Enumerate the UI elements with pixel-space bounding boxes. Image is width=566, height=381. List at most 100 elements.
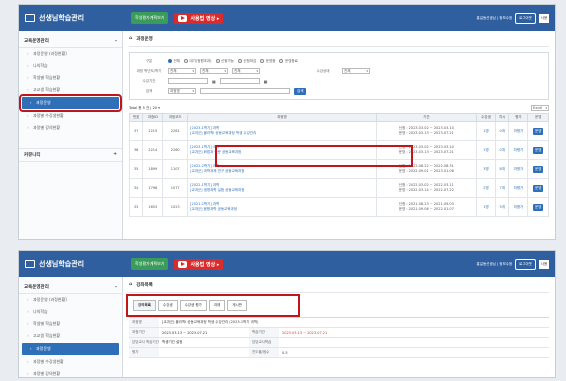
sidebar-section-header[interactable]: 교육운영관리 – [19, 35, 122, 48]
cell-eval[interactable]: 미평가 [508, 121, 529, 141]
sidebar-item[interactable]: 고교생 학습현황 [19, 84, 122, 96]
expand-icon[interactable]: + [113, 152, 117, 158]
home-icon[interactable]: ⌂ [129, 282, 132, 288]
cell-students[interactable]: 1명 [475, 140, 497, 160]
sidebar-section-header[interactable]: 교육운영관리 – [19, 281, 122, 294]
table-row[interactable]: 37 2215 2261 [2023-1학기] 과학 [교과군] 물리학Ⅰ 공동교육과정… [128, 121, 549, 141]
status-badge[interactable]: 운영 [533, 184, 544, 192]
sidebar-item[interactable]: 학생별 학습현황 [19, 72, 122, 84]
user-info[interactable]: 홍길동선생님 | 정보수정 [477, 16, 513, 21]
cell-eval[interactable]: 미평가 [508, 178, 529, 198]
cell-students[interactable]: 1명 [475, 121, 497, 141]
status-badge[interactable]: 운영 [533, 146, 544, 154]
tutorial-video-button[interactable]: 사용법 영상 ▸ [174, 12, 224, 24]
cell-lessons[interactable]: 5개 [495, 197, 510, 217]
calendar-icon[interactable]: ▦ [212, 79, 216, 84]
cell-course[interactable]: [2023-1학기] 국어 [교과군] 화법과 작문 공동교육과정 [187, 140, 377, 160]
tab-lecture-list[interactable]: 강의목록 [133, 300, 156, 311]
cell-no: 35 [128, 159, 144, 179]
run-period: 운영 : 2022.09.01 ~ 2023.01.06 [398, 169, 454, 173]
cell-students[interactable]: 2명 [475, 178, 497, 198]
logout-button[interactable]: 로그아웃 [515, 12, 536, 24]
course-name[interactable]: [교과군] 화법과 작문 공동교육과정 [190, 150, 376, 155]
table-row[interactable]: 34 1798 1077 [2022-1학기] 과학 [교과군] 생명과학 실험 공동교… [128, 178, 549, 198]
cell-course[interactable]: [2022-2학기] 과학 [교과군] 과학과제 연구 공동교육과정 [187, 159, 377, 179]
tab-board[interactable]: 게시판 [227, 300, 247, 311]
sidebar-item[interactable]: 과정별 강의현황 [19, 368, 122, 377]
sidebar-item[interactable]: 과정별 수강생현황 [19, 356, 122, 368]
user-info[interactable]: 홍길동선생님 | 정보수정 [477, 262, 513, 267]
radio-option[interactable]: 대기(정원초과) [183, 59, 212, 64]
cell-students[interactable]: 3명 [475, 159, 497, 179]
calendar-icon[interactable]: ▦ [264, 79, 268, 84]
cell-lessons[interactable]: 8개 [495, 159, 510, 179]
sidebar-item[interactable]: 학생별 학습현황 [19, 318, 122, 330]
search-button[interactable]: 검색 [294, 87, 307, 95]
radio-option[interactable]: 운영종료 [279, 59, 298, 64]
sidebar-item[interactable]: 나의학습 [19, 60, 122, 72]
cell-eval[interactable]: 미평가 [508, 140, 529, 160]
keyword-input[interactable] [200, 88, 290, 94]
filter-label: 구분 [145, 58, 153, 63]
sidebar-item[interactable]: 고교생 학습현황 [19, 330, 122, 342]
radio-option[interactable]: 전체 [168, 59, 180, 64]
collapse-icon[interactable]: – [115, 285, 117, 290]
course-name[interactable]: [교과군] 과학과제 연구 공동교육과정 [190, 169, 376, 174]
app-logo[interactable]: 선생님학습관리 [25, 13, 125, 23]
sidebar-item[interactable]: 과정운영 (과정현황) [19, 48, 122, 60]
grade-select[interactable]: 전체 [232, 68, 260, 74]
cell-lessons[interactable]: 0개 [495, 121, 510, 141]
user-box[interactable]: 사용 [539, 13, 549, 23]
cell-eval[interactable]: 미평가 [508, 197, 529, 217]
sidebar-item-course-management[interactable]: 과정운영 [19, 94, 122, 112]
tutorial-video-button[interactable]: 사용법 영상 ▸ [174, 258, 224, 270]
table-row[interactable]: 36 2214 2260 [2023-1학기] 국어 [교과군] 화법과 작문 공동교육… [128, 140, 549, 160]
tab-student-evaluation[interactable]: 수강생 평가 [179, 300, 207, 311]
excel-button[interactable]: Excel [531, 105, 549, 111]
tab-assignment[interactable]: 과제 [208, 300, 226, 311]
table-row[interactable]: 33 1653 1023 [2021-2학기] 과학 [교과군] 융합과학 공동교육과정… [128, 197, 549, 217]
user-box[interactable]: 사용 [539, 259, 549, 269]
cell-lessons[interactable]: 7개 [495, 178, 510, 198]
cell-eval[interactable]: 미평가 [508, 159, 529, 179]
radio-option[interactable]: 운영중 [260, 59, 275, 64]
top-right-area: 홍길동선생님 | 정보수정 로그아웃 사용 [477, 258, 549, 270]
evaluation-plan-button[interactable]: 학생평가계획보기 [131, 12, 169, 24]
sidebar-item[interactable]: 나의학습 [19, 306, 122, 318]
cell-course[interactable]: [2023-1학기] 과학 [교과군] 물리학Ⅰ 공동교육과정 학생 수강관리 [187, 121, 377, 141]
radio-option[interactable]: 신청가능 [215, 59, 234, 64]
evaluation-plan-button[interactable]: 학생평가계획보기 [131, 258, 169, 270]
status-badge[interactable]: 운영 [533, 203, 544, 211]
table-row[interactable]: 35 1899 1107 [2022-2학기] 과학 [교과군] 과학과제 연구 공동교… [128, 159, 549, 179]
keyword-type-select[interactable]: 과정명 [168, 88, 196, 94]
course-name[interactable]: [교과군] 융합과학 공동교육과정 [190, 207, 376, 212]
cell-students[interactable]: 1명 [475, 197, 497, 217]
status-badge[interactable]: 운영 [533, 165, 544, 173]
tab-students[interactable]: 수강생 [157, 300, 178, 311]
info-key: 과정기간 [129, 328, 159, 337]
cell-course[interactable]: [2022-1학기] 과학 [교과군] 생명과학 실험 공동교육과정 [187, 178, 377, 198]
sidebar-community-header[interactable]: 커뮤니티 + [19, 148, 122, 162]
start-date-input[interactable] [168, 78, 208, 84]
status-badge[interactable]: 운영 [533, 127, 544, 135]
sidebar-item[interactable]: 과정별 수강생현황 [19, 110, 122, 122]
course-name[interactable]: [교과군] 생명과학 실험 공동교육과정 [190, 188, 376, 193]
year-select[interactable]: 전체 [168, 68, 196, 74]
course-name[interactable]: [교과군] 물리학Ⅰ 공동교육과정 학생 수강관리 [190, 131, 376, 136]
cell-lessons[interactable]: 0개 [495, 140, 510, 160]
bottom-header: 선생님학습관리 학생평가계획보기 사용법 영상 ▸ 홍길동선생님 | 정보수정 … [19, 251, 555, 277]
sidebar-item-course-management[interactable]: 과정운영 [22, 343, 119, 355]
app-logo[interactable]: 선생님학습관리 [25, 259, 125, 269]
semester-select[interactable]: 전체 [200, 68, 228, 74]
logout-button[interactable]: 로그아웃 [515, 258, 536, 270]
cell-course[interactable]: [2021-2학기] 과학 [교과군] 융합과학 공동교육과정 [187, 197, 377, 217]
sidebar-section-title: 교육운영관리 [24, 285, 49, 290]
status-select[interactable]: 전체 [342, 68, 370, 74]
end-date-input[interactable] [219, 78, 260, 84]
sidebar-item[interactable]: 과정운영 (과정현황) [19, 294, 122, 306]
run-period: 운영 : 2023.03.13 ~ 2023.07.21 [398, 131, 454, 135]
radio-option[interactable]: 신청마감 [237, 59, 256, 64]
collapse-icon[interactable]: – [115, 39, 117, 44]
home-icon[interactable]: ⌂ [129, 36, 132, 42]
sidebar-item[interactable]: 과정별 강의현황 [19, 122, 122, 134]
